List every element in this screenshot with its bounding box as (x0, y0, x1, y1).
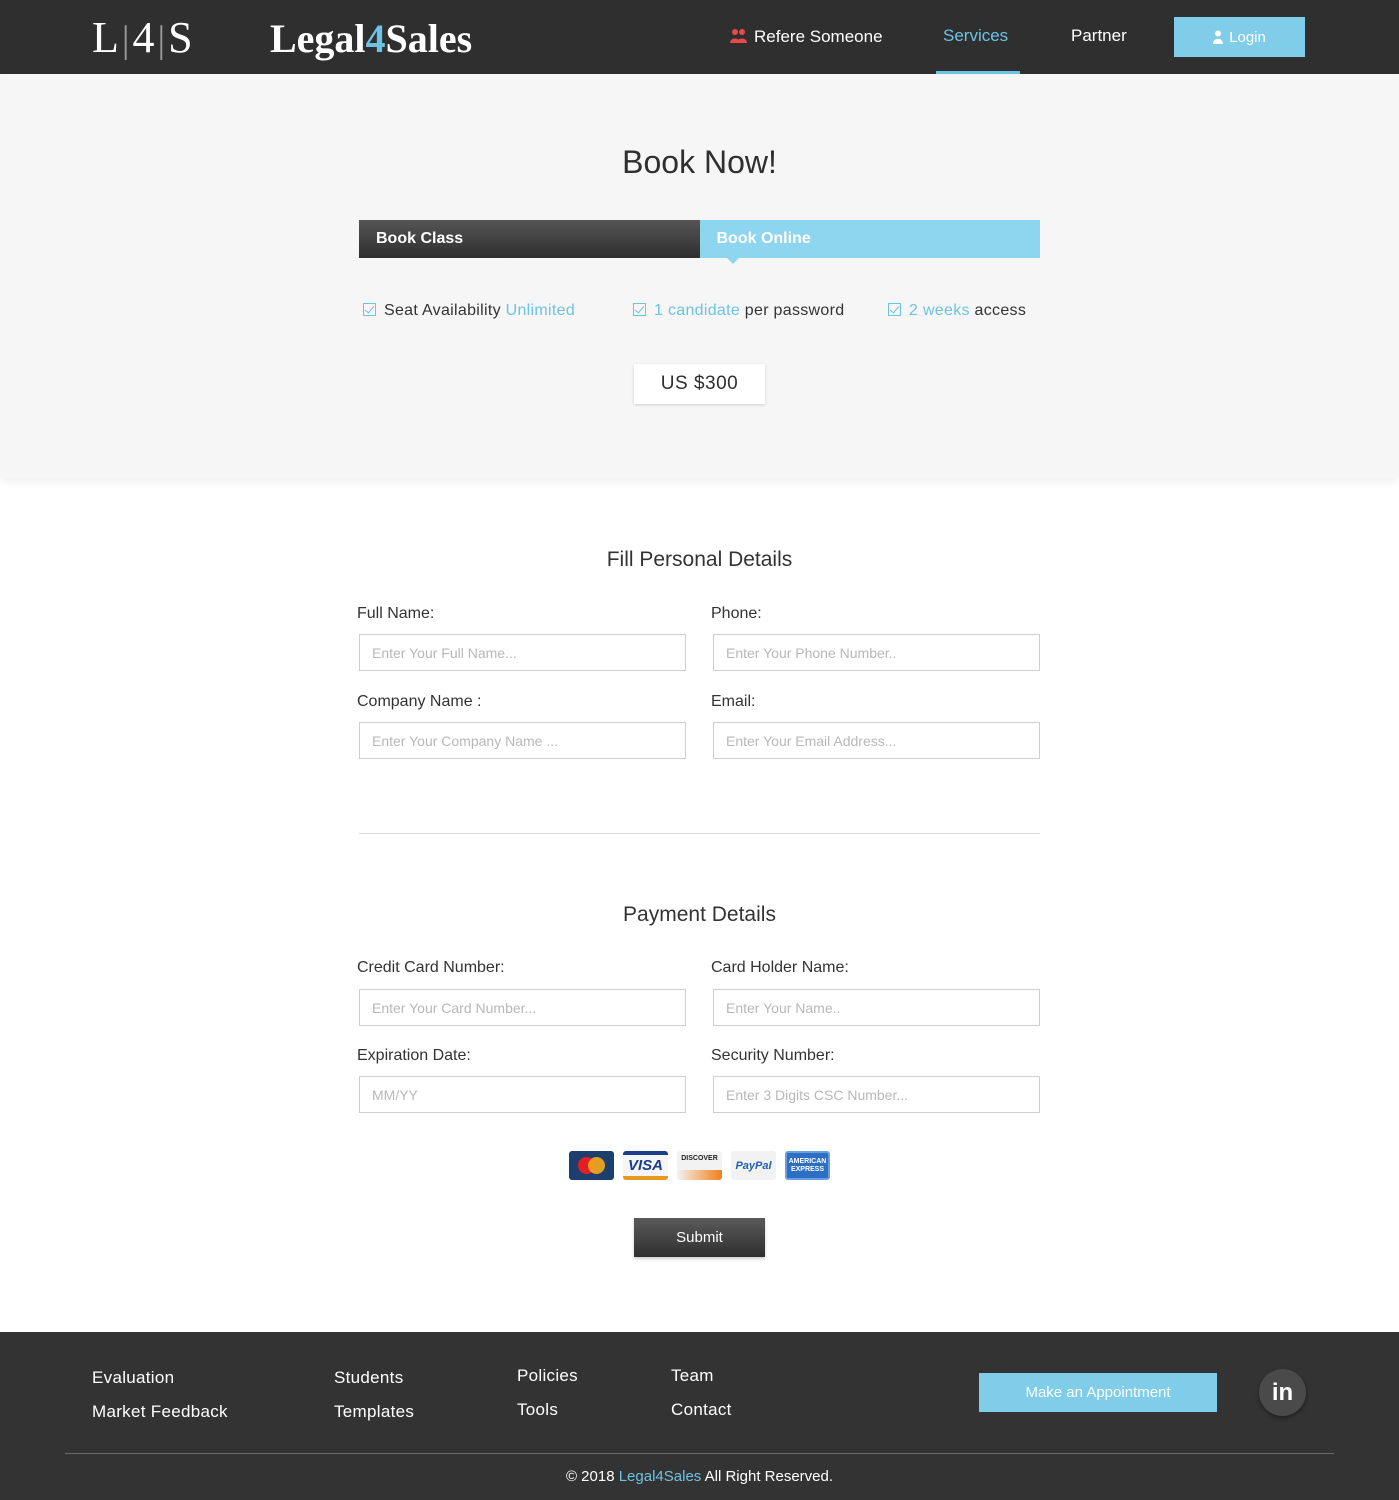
security-number-input[interactable] (713, 1076, 1040, 1113)
company-name-label: Company Name : (357, 693, 482, 710)
logo-letter: L (92, 13, 120, 62)
expiration-date-label: Expiration Date: (357, 1047, 471, 1064)
make-appointment-button[interactable]: Make an Appointment (979, 1373, 1217, 1412)
full-name-input[interactable] (359, 634, 686, 671)
feature-item: 1 candidate per password (633, 302, 844, 320)
card-number-label: Credit Card Number: (357, 959, 505, 976)
footer-link-policies[interactable]: Policies (517, 1366, 578, 1386)
discover-text: DISCOVER (681, 1155, 718, 1162)
checkbox-icon (363, 303, 376, 316)
tab-label: Book Class (376, 230, 464, 247)
email-input[interactable] (713, 722, 1040, 759)
amex-icon: AMERICAN EXPRESS (785, 1151, 830, 1180)
checkbox-icon (888, 303, 901, 316)
tab-book-class[interactable]: Book Class (359, 220, 700, 258)
nav-refer-someone[interactable]: Refere Someone (730, 26, 883, 47)
logo-word-part: Legal (270, 16, 366, 61)
nav-partner[interactable]: Partner (1071, 26, 1127, 46)
feature-item: Seat Availability Unlimited (363, 302, 575, 320)
payment-details-title: Payment Details (623, 903, 776, 926)
logo-letter: S (168, 13, 194, 62)
security-number-label: Security Number: (711, 1047, 835, 1064)
expiration-date-input[interactable] (359, 1076, 686, 1113)
footer-link-team[interactable]: Team (671, 1366, 714, 1386)
visa-icon: VISA (623, 1151, 668, 1180)
feature-highlight: 1 candidate (654, 302, 741, 319)
accepted-cards: VISA DISCOVER PayPal AMERICAN EXPRESS (569, 1151, 830, 1181)
footer-link-evaluation[interactable]: Evaluation (92, 1368, 174, 1388)
logo-letter: 4 (132, 13, 156, 62)
feature-highlight: Unlimited (505, 302, 576, 319)
feature-text: access (969, 302, 1027, 319)
booking-section: Book Now! Book Class Book Online Seat Av… (0, 74, 1399, 478)
footer-link-market-feedback[interactable]: Market Feedback (92, 1402, 228, 1422)
people-icon (730, 28, 748, 44)
feature-item: 2 weeks access (888, 302, 1026, 320)
linkedin-icon[interactable]: in (1259, 1369, 1306, 1416)
full-name-label: Full Name: (357, 605, 435, 622)
footer-divider (65, 1453, 1334, 1454)
card-holder-label: Card Holder Name: (711, 959, 849, 976)
page-title: Book Now! (622, 144, 777, 180)
tab-label: Book Online (716, 230, 811, 247)
mastercard-icon (569, 1151, 614, 1180)
footer-link-templates[interactable]: Templates (334, 1402, 414, 1422)
feature-text: per password (740, 302, 845, 319)
site-footer: Evaluation Market Feedback Students Temp… (0, 1332, 1399, 1500)
paypal-icon: PayPal (731, 1151, 776, 1180)
price-badge: US $300 (634, 364, 765, 404)
feature-list: Seat Availability Unlimited 1 candidate … (363, 302, 1043, 324)
login-label: Login (1229, 28, 1266, 46)
copyright-text: © 2018 (565, 1468, 619, 1485)
email-label: Email: (711, 693, 756, 710)
copyright: © 2018 Legal4Sales All Right Reserved. (0, 1468, 1399, 1485)
logo-wordmark[interactable]: Legal4Sales (270, 16, 472, 62)
user-icon (1213, 30, 1224, 44)
nav-label: Refere Someone (754, 27, 883, 46)
logo-word-part: Sales (385, 16, 473, 61)
discover-icon: DISCOVER (677, 1151, 722, 1180)
section-divider (359, 833, 1040, 834)
footer-link-contact[interactable]: Contact (671, 1400, 732, 1420)
site-header: L|4|S Legal4Sales Refere Someone Service… (0, 0, 1399, 74)
phone-input[interactable] (713, 634, 1040, 671)
feature-text: Seat Availability (384, 302, 506, 319)
copyright-brand-link[interactable]: Legal4Sales (619, 1468, 702, 1485)
tab-book-online[interactable]: Book Online (699, 220, 1040, 264)
booking-tabs: Book Class Book Online (359, 220, 1040, 264)
nav-services[interactable]: Services (943, 26, 1008, 46)
logo-word-part: 4 (365, 16, 386, 61)
submit-button[interactable]: Submit (634, 1218, 765, 1257)
checkbox-icon (633, 303, 646, 316)
footer-link-tools[interactable]: Tools (517, 1400, 558, 1420)
feature-highlight: 2 weeks (909, 302, 970, 319)
card-holder-input[interactable] (713, 989, 1040, 1026)
logo-separator: | (121, 19, 131, 61)
personal-details-title: Fill Personal Details (606, 548, 793, 571)
copyright-text: All Right Reserved. (701, 1468, 834, 1485)
active-tab-caret (726, 258, 739, 264)
phone-label: Phone: (711, 605, 762, 622)
card-number-input[interactable] (359, 989, 686, 1026)
logo-mark[interactable]: L|4|S (92, 14, 194, 64)
logo-separator: | (157, 19, 167, 61)
login-button[interactable]: Login (1174, 17, 1305, 57)
company-name-input[interactable] (359, 722, 686, 759)
footer-link-students[interactable]: Students (334, 1368, 404, 1388)
